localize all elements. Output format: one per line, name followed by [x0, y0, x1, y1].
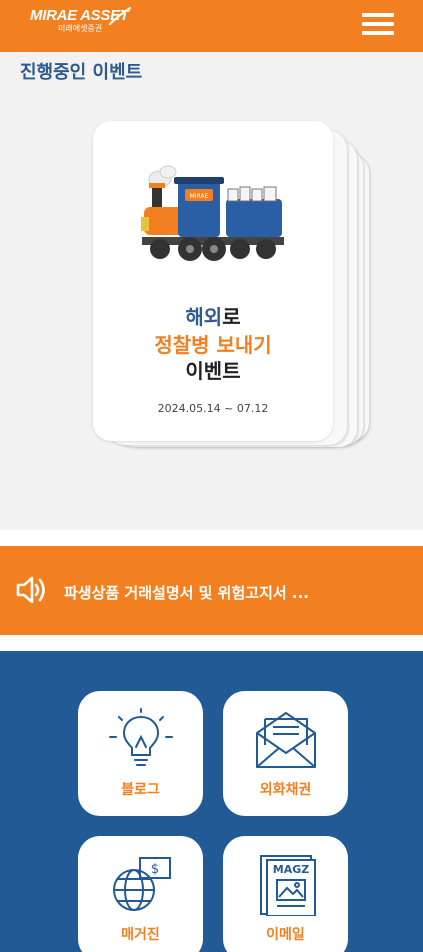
- globe-money-icon: $: [112, 857, 171, 911]
- notice-banner[interactable]: 파생상품 거래설명서 및 위험고지서 ...: [0, 546, 423, 635]
- svg-text:$: $: [150, 862, 158, 877]
- event-date: 2024.05.14 ~ 07.12: [157, 402, 269, 415]
- event-title-line1-rest: 로: [222, 305, 241, 329]
- event-card[interactable]: MIRAE 해외로 정찰병 보내기 이벤트 2024.05.14 ~ 07.12: [93, 121, 333, 441]
- train-illustration: MIRAE: [141, 165, 284, 261]
- foreign-bond-tile-label: 외화채권: [259, 782, 312, 798]
- magazine-tile[interactable]: $ 매거진: [78, 836, 203, 952]
- hamburger-menu-icon[interactable]: [362, 13, 394, 35]
- notice-text: 파생상품 거래설명서 및 위험고지서 ...: [64, 584, 309, 602]
- speaker-icon: [16, 576, 45, 604]
- svg-text:MAGZ: MAGZ: [272, 863, 308, 876]
- event-title-highlight: 해외: [185, 305, 223, 329]
- blog-tile[interactable]: 블로그: [78, 691, 203, 816]
- envelope-icon: [255, 712, 316, 768]
- events-section: 진행중인 이벤트 MIRAE 해외로 정찰병 보내기 이벤트 2024.05.1…: [0, 52, 423, 530]
- email-tile-label: 이메일: [266, 927, 305, 943]
- magazine-icon: MAGZ: [259, 855, 316, 917]
- blog-tile-label: 블로그: [121, 782, 160, 798]
- foreign-bond-tile[interactable]: 외화채권: [223, 691, 348, 816]
- mirae-asset-logo[interactable]: MIRAE ASSET 미래에셋증권: [30, 7, 131, 34]
- event-title-line2: 정찰병 보내기: [154, 333, 272, 357]
- magazine-tile-label: 매거진: [121, 927, 160, 943]
- event-title-line1: 해외로: [93, 303, 333, 331]
- events-section-title: 진행중인 이벤트: [20, 62, 143, 83]
- lightbulb-icon: [108, 708, 173, 766]
- quick-menu-section: 블로그 외화채권 $ 매거진 MAGZ 이메일: [0, 651, 423, 952]
- event-title-line3: 이벤트: [185, 359, 241, 383]
- section-divider: [0, 635, 423, 651]
- app-header: MIRAE ASSET 미래에셋증권: [0, 0, 423, 52]
- svg-text:MIRAE: MIRAE: [190, 193, 209, 200]
- section-divider: [0, 530, 423, 546]
- logo-swoosh-icon: [109, 7, 131, 25]
- email-tile[interactable]: MAGZ 이메일: [223, 836, 348, 952]
